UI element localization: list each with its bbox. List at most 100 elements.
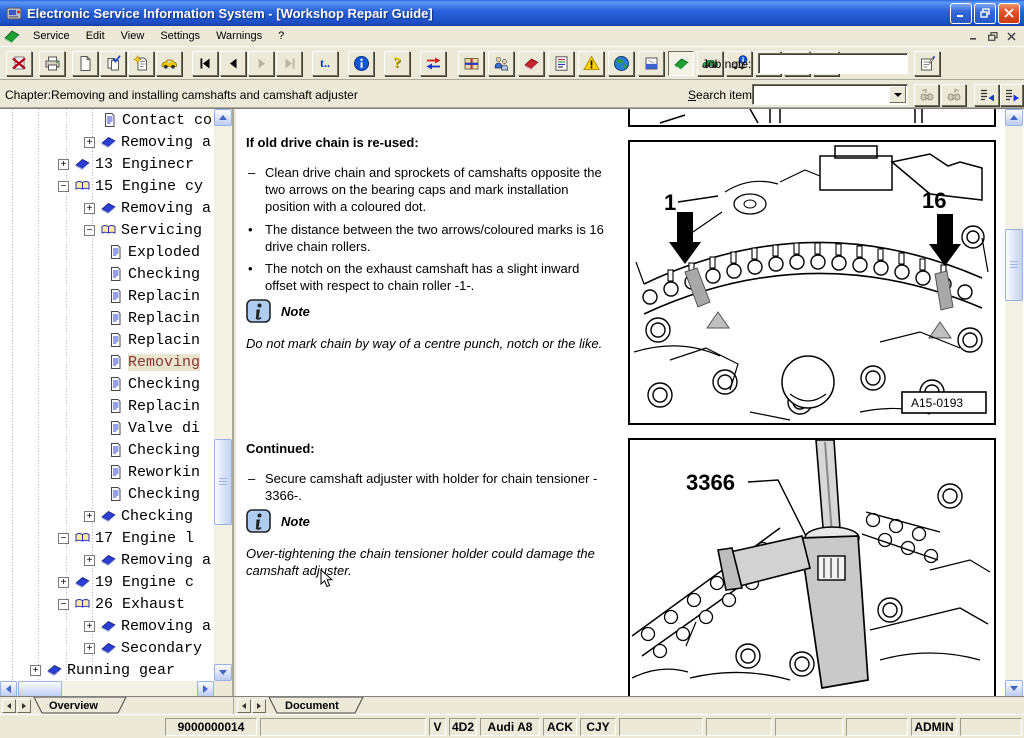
tree-item[interactable]: − 15 Engine cy: [0, 175, 216, 197]
menu-edit[interactable]: Edit: [78, 27, 113, 45]
swap-button[interactable]: [420, 51, 446, 76]
child-restore-button[interactable]: [984, 29, 1001, 43]
note-info-icon: [246, 509, 271, 533]
list-document-button[interactable]: [548, 51, 574, 76]
scroll-left-button[interactable]: [0, 681, 17, 697]
exit-button[interactable]: [6, 51, 32, 76]
tree-item[interactable]: + 13 Enginecr: [0, 153, 216, 175]
expand-plus-icon[interactable]: +: [58, 577, 69, 588]
expand-plus-icon[interactable]: +: [30, 665, 41, 676]
tree-item[interactable]: Exploded: [0, 241, 216, 263]
search-item-combobox[interactable]: [752, 84, 908, 105]
tree-horizontal-scrollbar[interactable]: [0, 681, 214, 697]
scroll-thumb[interactable]: [214, 439, 232, 525]
document-vertical-scrollbar[interactable]: [1005, 109, 1023, 697]
jump-previous-hit-button[interactable]: [974, 84, 999, 106]
scroll-down-button[interactable]: [214, 664, 232, 681]
tree-item[interactable]: Replacin: [0, 395, 216, 417]
vehicle-button[interactable]: [156, 51, 182, 76]
search-next-button[interactable]: [941, 84, 966, 106]
tree-item[interactable]: Checking: [0, 439, 216, 461]
copy-check-button[interactable]: [100, 51, 126, 76]
expand-plus-icon[interactable]: +: [58, 159, 69, 170]
expand-plus-icon[interactable]: +: [84, 643, 95, 654]
tree-item[interactable]: + Checking: [0, 505, 216, 527]
restore-button[interactable]: [974, 3, 996, 24]
scroll-thumb[interactable]: [18, 681, 62, 697]
close-button[interactable]: [998, 3, 1020, 24]
terms-button[interactable]: t..: [312, 51, 338, 76]
tree-item-selected[interactable]: Removing: [0, 351, 216, 373]
tree-item[interactable]: Checking: [0, 373, 216, 395]
tree-item[interactable]: Contact co: [0, 109, 216, 131]
repair-guide-button[interactable]: [668, 51, 694, 76]
tree-item[interactable]: Replacin: [0, 329, 216, 351]
search-previous-button[interactable]: [914, 84, 939, 106]
globe-button[interactable]: [608, 51, 634, 76]
next-record-button[interactable]: [248, 51, 274, 76]
tab-scroll-right-button[interactable]: [17, 699, 31, 713]
tab-scroll-left-button[interactable]: [237, 699, 251, 713]
print-button[interactable]: [39, 51, 65, 76]
child-minimize-button[interactable]: [965, 29, 982, 43]
tree-item[interactable]: + Removing a: [0, 549, 216, 571]
child-close-button[interactable]: [1003, 29, 1020, 43]
menu-help[interactable]: ?: [270, 27, 292, 45]
scroll-right-button[interactable]: [197, 681, 214, 697]
first-record-button[interactable]: [192, 51, 218, 76]
tab-overview[interactable]: Overview: [33, 697, 127, 714]
tab-scroll-right-button[interactable]: [252, 699, 266, 713]
info-button[interactable]: [348, 51, 374, 76]
tree-item[interactable]: + Running gear: [0, 659, 216, 681]
tab-scroll-left-button[interactable]: [2, 699, 16, 713]
new-note-button[interactable]: [128, 51, 154, 76]
tree-item[interactable]: Checking: [0, 483, 216, 505]
tree-item[interactable]: Reworkin: [0, 461, 216, 483]
expand-plus-icon[interactable]: +: [84, 621, 95, 632]
tree-item[interactable]: − 17 Engine l: [0, 527, 216, 549]
jump-next-hit-button[interactable]: [1000, 84, 1023, 106]
tree-item[interactable]: + Removing a: [0, 131, 216, 153]
minimize-button[interactable]: [950, 3, 972, 24]
menu-settings[interactable]: Settings: [152, 27, 208, 45]
expand-plus-icon[interactable]: +: [84, 555, 95, 566]
collapse-minus-icon[interactable]: −: [58, 181, 69, 192]
job-note-input[interactable]: [758, 53, 908, 74]
customer-button[interactable]: [488, 51, 514, 76]
flag-button[interactable]: [638, 51, 664, 76]
menu-warnings[interactable]: Warnings: [208, 27, 270, 45]
expand-plus-icon[interactable]: +: [84, 511, 95, 522]
warnings-button[interactable]: [578, 51, 604, 76]
scroll-thumb[interactable]: [1005, 229, 1023, 301]
scroll-down-button[interactable]: [1005, 680, 1023, 697]
tree-item[interactable]: + 19 Engine c: [0, 571, 216, 593]
tab-document[interactable]: Document: [268, 697, 364, 714]
job-note-button[interactable]: [914, 51, 940, 76]
new-document-button[interactable]: [72, 51, 98, 76]
tree-item[interactable]: Checking: [0, 263, 216, 285]
tree-item[interactable]: − Servicing: [0, 219, 216, 241]
help-button[interactable]: ?: [384, 51, 410, 76]
tree-item[interactable]: Replacin: [0, 307, 216, 329]
expand-plus-icon[interactable]: +: [84, 203, 95, 214]
previous-record-button[interactable]: [220, 51, 246, 76]
tree-item[interactable]: + Removing a: [0, 197, 216, 219]
manual-button[interactable]: [518, 51, 544, 76]
tree-item[interactable]: + Secondary: [0, 637, 216, 659]
combo-dropdown-button[interactable]: [889, 86, 906, 103]
tree-vertical-scrollbar[interactable]: [214, 109, 232, 681]
collapse-minus-icon[interactable]: −: [58, 599, 69, 610]
last-record-button[interactable]: [276, 51, 302, 76]
collapse-minus-icon[interactable]: −: [58, 533, 69, 544]
tree-item[interactable]: Valve di: [0, 417, 216, 439]
tree-item[interactable]: − 26 Exhaust: [0, 593, 216, 615]
parcel-button[interactable]: [458, 51, 484, 76]
expand-plus-icon[interactable]: +: [84, 137, 95, 148]
tree-item[interactable]: + Removing a: [0, 615, 216, 637]
tree-item[interactable]: Replacin: [0, 285, 216, 307]
scroll-up-button[interactable]: [1005, 109, 1023, 126]
menu-view[interactable]: View: [113, 27, 153, 45]
scroll-up-button[interactable]: [214, 109, 232, 126]
menu-service[interactable]: Service: [25, 27, 78, 45]
collapse-minus-icon[interactable]: −: [84, 225, 95, 236]
